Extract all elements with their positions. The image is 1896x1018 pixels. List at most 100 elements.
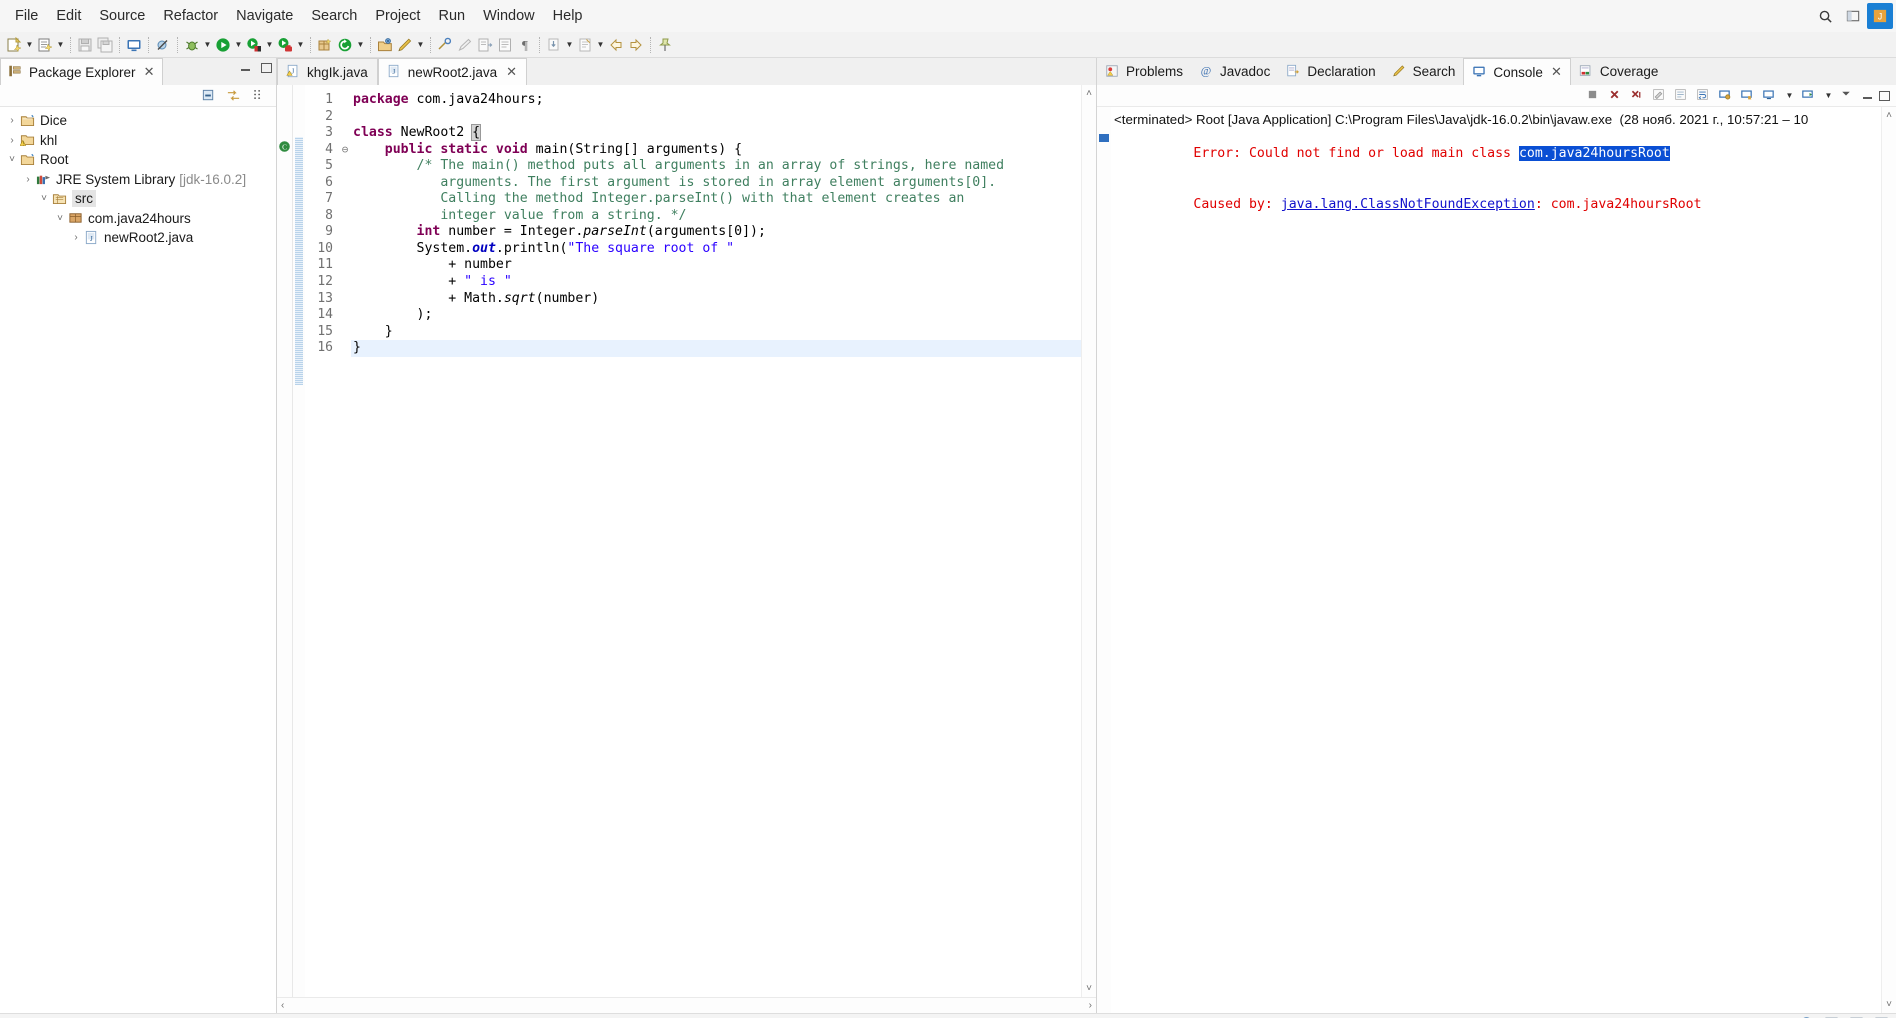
code-line[interactable]: class NewRoot2 {	[351, 124, 1081, 142]
scroll-down-icon[interactable]: ˅	[1886, 999, 1892, 1010]
menu-item-edit[interactable]: Edit	[47, 5, 90, 27]
open-console-icon[interactable]	[1801, 88, 1817, 104]
fold-toggle-icon[interactable]: ⊖	[339, 142, 351, 159]
java-perspective-icon[interactable]: J	[1867, 3, 1893, 29]
open-task-button[interactable]	[575, 34, 595, 56]
run-button[interactable]	[213, 34, 233, 56]
menu-item-search[interactable]: Search	[302, 5, 366, 27]
code-line[interactable]: + number	[351, 257, 1081, 274]
remove-launch-icon[interactable]	[1608, 88, 1624, 104]
menu-item-project[interactable]: Project	[366, 5, 429, 27]
external-tools-dropdown[interactable]: ▼	[295, 34, 306, 56]
menu-item-run[interactable]: Run	[429, 5, 474, 27]
show-console-on-output-icon[interactable]	[1718, 88, 1734, 104]
editor-tab-newroot2-java[interactable]: J newRoot2.java ✕	[377, 58, 528, 85]
chevron-down-icon[interactable]: ˅	[4, 154, 20, 165]
last-edit-location-button[interactable]	[544, 34, 564, 56]
maximize-icon[interactable]	[1879, 90, 1890, 101]
previous-annotation-button[interactable]	[495, 34, 515, 56]
menu-item-navigate[interactable]: Navigate	[227, 5, 302, 27]
refresh-button[interactable]	[335, 34, 355, 56]
annotation-ruler[interactable]: C	[277, 85, 293, 997]
chevron-right-icon[interactable]: ›	[20, 174, 36, 185]
console-output-area[interactable]: <terminated> Root [Java Application] C:\…	[1097, 107, 1896, 1013]
scroll-left-icon[interactable]: ‹	[281, 1000, 284, 1011]
skip-breakpoints-button[interactable]	[153, 34, 173, 56]
chevron-down-icon[interactable]: ˅	[36, 193, 52, 204]
link-with-editor-icon[interactable]	[226, 88, 242, 104]
tree-item-newroot2-java[interactable]: › J newRoot2.java	[0, 228, 276, 248]
coverage-button[interactable]	[244, 34, 264, 56]
code-line[interactable]: + Math.sqrt(number)	[351, 291, 1081, 308]
new-wizard-button[interactable]	[4, 34, 24, 56]
editor-horizontal-scrollbar[interactable]: ‹ ›	[277, 997, 1096, 1013]
tab-search[interactable]: Search	[1384, 58, 1464, 85]
external-tools-button[interactable]	[275, 34, 295, 56]
code-line[interactable]: + " is "	[351, 274, 1081, 291]
folding-column[interactable]: ⊖	[339, 85, 351, 997]
debug-button[interactable]	[182, 34, 202, 56]
last-edit-location-dropdown[interactable]: ▼	[564, 34, 575, 56]
tab-problems[interactable]: Problems	[1097, 58, 1191, 85]
back-button[interactable]	[606, 34, 626, 56]
view-menu-icon[interactable]	[1840, 88, 1856, 104]
close-icon[interactable]: ✕	[144, 64, 155, 80]
new-java-class-dropdown[interactable]: ▼	[55, 34, 66, 56]
tree-item-jre-system-library[interactable]: › JRE System Library [jdk-16.0.2]	[0, 170, 276, 190]
new-java-class-button[interactable]	[35, 34, 55, 56]
menu-item-help[interactable]: Help	[544, 5, 592, 27]
editor-vertical-scrollbar[interactable]: ˄ ˅	[1081, 85, 1096, 997]
pilcrow-button[interactable]: ¶	[515, 34, 535, 56]
open-task-dropdown[interactable]: ▼	[595, 34, 606, 56]
next-annotation-button[interactable]	[475, 34, 495, 56]
close-icon[interactable]: ✕	[506, 64, 517, 80]
tree-item-src[interactable]: ˅ src	[0, 189, 276, 209]
source-code-text[interactable]: package com.java24hours; class NewRoot2 …	[351, 85, 1081, 997]
tree-item-root[interactable]: ˅ Root	[0, 150, 276, 170]
minimize-icon[interactable]	[240, 63, 251, 73]
editor-area[interactable]: C 12345678 9 10 11 12 13 14 15 16 ⊖ package com…	[277, 85, 1096, 997]
code-line[interactable]: int number = Integer.parseInt(arguments[…	[351, 224, 1081, 241]
chevron-right-icon[interactable]: ›	[4, 135, 20, 146]
refresh-dropdown[interactable]: ▼	[355, 34, 366, 56]
code-line[interactable]: System.out.println("The square root of "	[351, 241, 1081, 258]
console-text[interactable]: <terminated> Root [Java Application] C:\…	[1111, 107, 1881, 1013]
code-line[interactable]: Calling the method Integer.parseInt() wi…	[351, 191, 1081, 208]
word-wrap-icon[interactable]	[1696, 88, 1712, 104]
tree-item-com-java24hours[interactable]: ˅ com.java24hours	[0, 209, 276, 229]
code-line[interactable]: integer value from a string. */	[351, 208, 1081, 225]
toggle-mark-occurrences-button[interactable]	[435, 34, 455, 56]
maximize-icon[interactable]	[261, 63, 272, 73]
tab-coverage[interactable]: Coverage	[1571, 58, 1667, 85]
scroll-right-icon[interactable]: ›	[1089, 1000, 1092, 1011]
search-pen-button[interactable]	[395, 34, 415, 56]
coverage-dropdown[interactable]: ▼	[264, 34, 275, 56]
save-button[interactable]	[75, 34, 95, 56]
quick-access-icon[interactable]	[1811, 2, 1839, 30]
new-package-button[interactable]	[315, 34, 335, 56]
collapse-all-icon[interactable]	[201, 88, 217, 104]
tab-javadoc[interactable]: @ Javadoc	[1191, 58, 1278, 85]
scroll-up-icon[interactable]: ˄	[1886, 110, 1892, 121]
tree-item-khl[interactable]: › ! khl	[0, 131, 276, 151]
console-exception-link[interactable]: java.lang.ClassNotFoundException	[1281, 197, 1535, 212]
scroll-down-icon[interactable]: ˅	[1086, 983, 1092, 994]
chevron-right-icon[interactable]: ›	[68, 232, 84, 243]
open-console-button[interactable]	[124, 34, 144, 56]
open-perspective-icon[interactable]	[1839, 2, 1867, 30]
code-line[interactable]: public static void main(String[] argumen…	[351, 142, 1081, 159]
code-line[interactable]	[351, 109, 1081, 126]
debug-dropdown[interactable]: ▼	[202, 34, 213, 56]
menu-item-window[interactable]: Window	[474, 5, 544, 27]
code-line[interactable]: }	[351, 324, 1081, 341]
open-console-dropdown[interactable]: ▼	[1823, 85, 1834, 107]
terminate-icon[interactable]	[1586, 88, 1602, 104]
pin-editor-button[interactable]	[655, 34, 675, 56]
menu-item-source[interactable]: Source	[90, 5, 154, 27]
menu-item-file[interactable]: File	[6, 5, 47, 27]
new-wizard-dropdown[interactable]: ▼	[24, 34, 35, 56]
remove-all-terminated-icon[interactable]	[1630, 88, 1646, 104]
code-line[interactable]: );	[351, 307, 1081, 324]
save-all-button[interactable]	[95, 34, 115, 56]
project-tree[interactable]: › Dice › ! khl ˅ Root › JRE System Libra…	[0, 107, 276, 1013]
